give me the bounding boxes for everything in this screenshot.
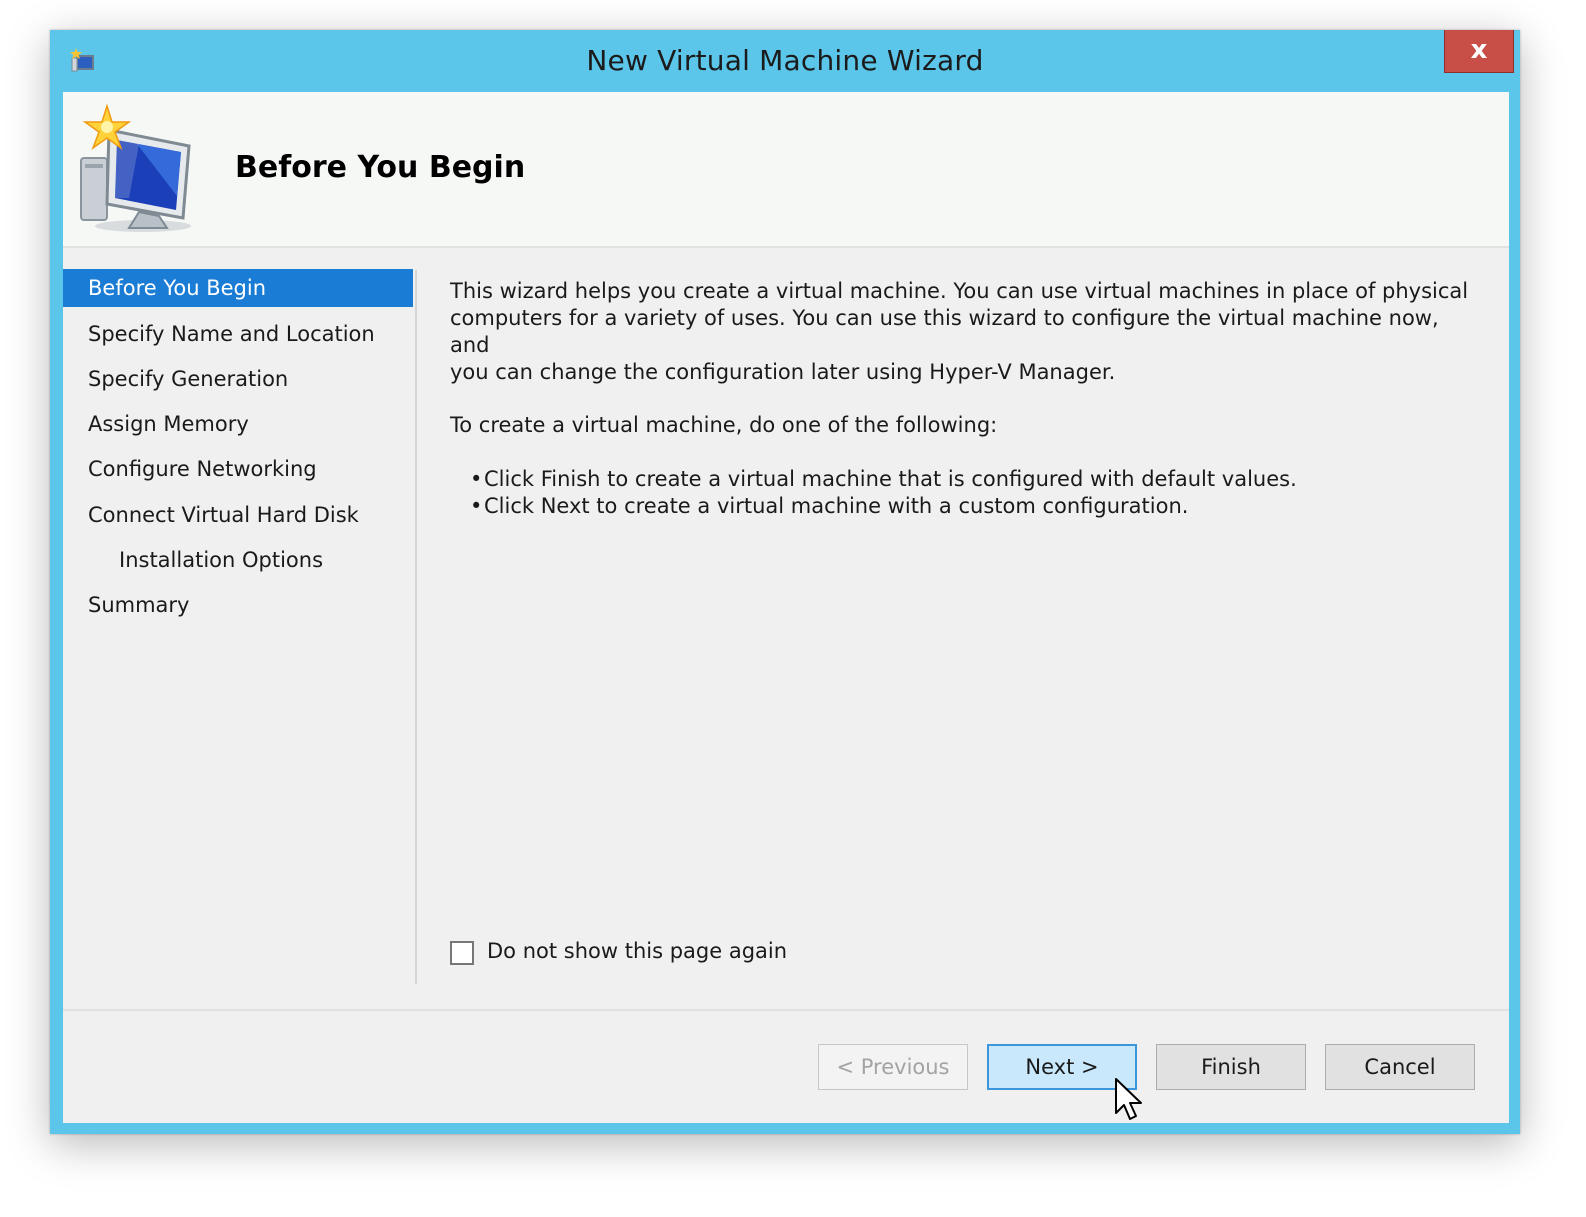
bullet-text-finish: Click Finish to create a virtual machine… (484, 467, 1297, 491)
step-before-you-begin[interactable]: Before You Begin (63, 269, 413, 307)
mouse-pointer-icon (1114, 1077, 1144, 1125)
finish-button[interactable]: Finish (1156, 1044, 1306, 1090)
step-specify-name-and-location[interactable]: Specify Name and Location (63, 315, 413, 353)
page-title: Before You Begin (235, 150, 526, 185)
step-assign-memory[interactable]: Assign Memory (63, 405, 413, 443)
window-title: New Virtual Machine Wizard (586, 44, 984, 77)
cancel-button[interactable]: Cancel (1325, 1044, 1475, 1090)
wizard-client-area: Before You Begin Before You Begin Specif… (63, 92, 1509, 1123)
close-button[interactable]: x (1444, 30, 1514, 73)
list-item: • Click Next to create a virtual machine… (450, 493, 1470, 520)
wizard-header: Before You Begin (63, 92, 1509, 248)
step-configure-networking[interactable]: Configure Networking (63, 450, 413, 488)
step-specify-generation[interactable]: Specify Generation (63, 360, 413, 398)
bullet-text-next: Click Next to create a virtual machine w… (484, 494, 1189, 518)
dont-show-again-checkbox[interactable] (450, 941, 474, 965)
previous-button[interactable]: < Previous (818, 1044, 968, 1090)
close-icon: x (1470, 35, 1488, 65)
bullet-icon: • (470, 494, 483, 518)
instruction-text: To create a virtual machine, do one of t… (450, 413, 998, 437)
steps-divider (415, 270, 417, 984)
intro-text-line-1: This wizard helps you create a virtual m… (450, 279, 1469, 303)
dont-show-again-label[interactable]: Do not show this page again (487, 939, 787, 963)
footer-divider (63, 1009, 1509, 1011)
new-virtual-machine-icon (77, 100, 207, 236)
bullet-icon: • (470, 467, 483, 491)
wizard-content: This wizard helps you create a virtual m… (450, 278, 1470, 520)
step-summary[interactable]: Summary (63, 586, 413, 624)
intro-text-line-2: computers for a variety of uses. You can… (450, 306, 1439, 357)
list-item: • Click Finish to create a virtual machi… (450, 466, 1470, 493)
step-connect-virtual-hard-disk[interactable]: Connect Virtual Hard Disk (63, 496, 413, 534)
step-installation-options[interactable]: Installation Options (63, 541, 413, 579)
wizard-window: New Virtual Machine Wizard x Before You … (50, 30, 1520, 1134)
intro-text-line-3: you can change the configuration later u… (450, 360, 1116, 384)
wizard-steps-nav: Before You Begin Specify Name and Locati… (63, 269, 417, 989)
title-bar[interactable]: New Virtual Machine Wizard x (50, 30, 1520, 92)
options-list: • Click Finish to create a virtual machi… (450, 466, 1470, 520)
